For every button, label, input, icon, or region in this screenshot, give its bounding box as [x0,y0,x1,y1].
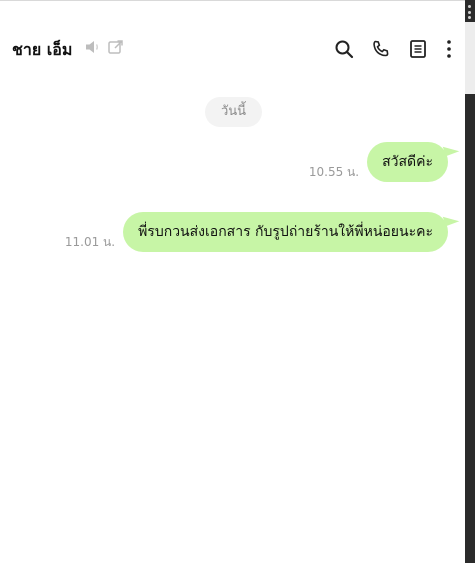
popout-icon[interactable] [107,38,125,56]
chat-header: ชาย เอ็ม [0,28,465,70]
phone-icon[interactable] [370,38,392,60]
rail-highlight [465,22,475,94]
message-time: 11.01 น. [64,235,116,249]
more-vertical-icon[interactable] [440,38,458,60]
message-row: 11.01 น. พี่รบกวนส่งเอกสาร กับรูปถ่ายร้า… [65,212,448,252]
message-bubble[interactable]: พี่รบกวนส่งเอกสาร กับรูปถ่ายร้านให้พี่หน… [123,212,448,252]
chat-title[interactable]: ชาย เอ็ม [12,38,72,63]
message-time: 10.55 น. [308,165,360,179]
top-border [0,0,475,4]
speaker-muted-icon[interactable] [84,38,102,56]
date-separator: วันนี้ [205,97,263,127]
message-bubble[interactable]: สวัสดีค่ะ [367,142,448,182]
side-panel-rail [465,0,475,563]
message-row: 10.55 น. สวัสดีค่ะ [309,142,448,182]
notes-icon[interactable] [407,38,429,60]
drag-handle-icon[interactable] [467,5,472,19]
search-icon[interactable] [333,38,355,60]
